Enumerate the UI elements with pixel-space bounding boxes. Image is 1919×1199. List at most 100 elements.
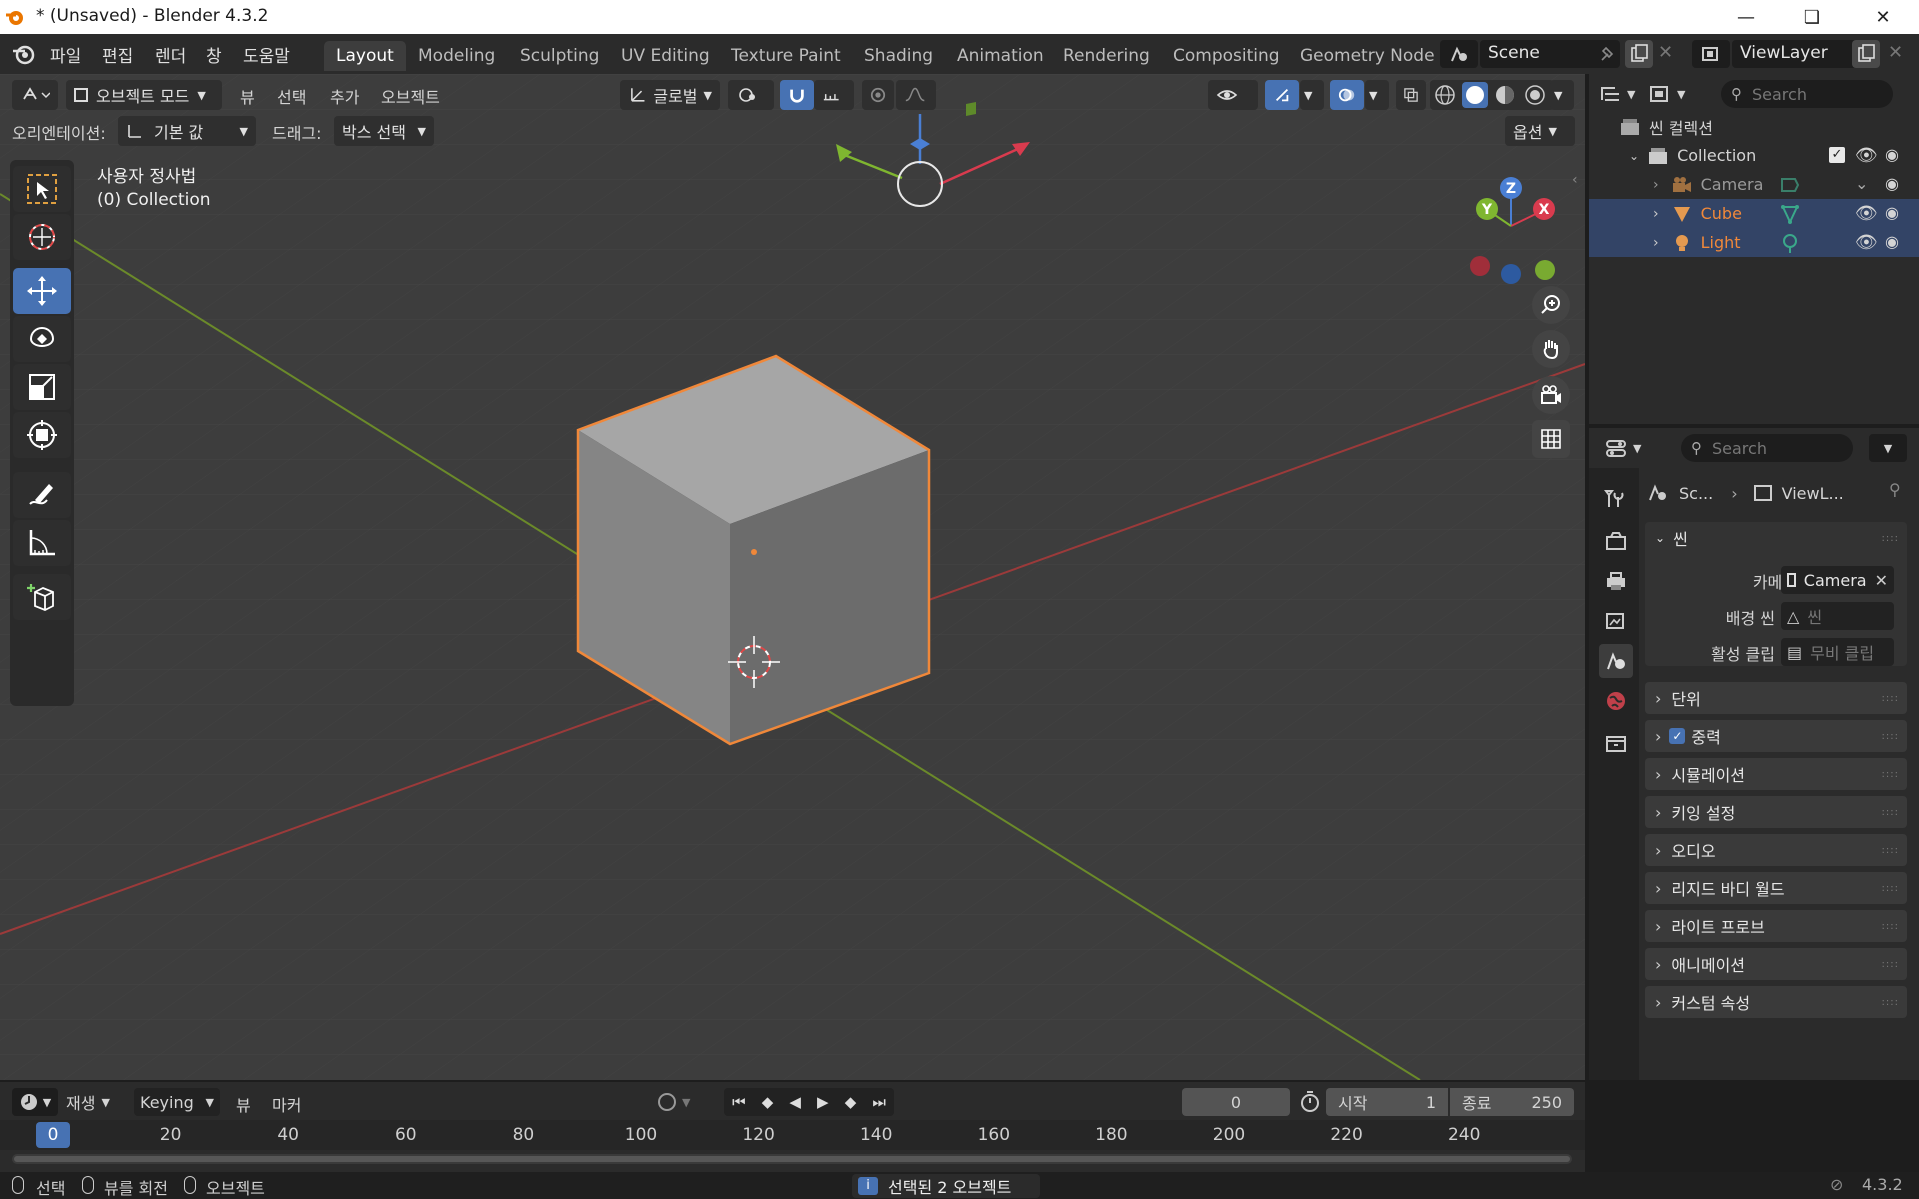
collapsed-chevron-icon[interactable]: › — [1653, 177, 1659, 193]
timeline-scrollbar[interactable] — [12, 1154, 1572, 1164]
drag-handle-icon[interactable]: :::: — [1882, 731, 1899, 742]
menu-edit[interactable]: 편집 — [102, 42, 133, 67]
options-dropdown[interactable]: 옵션 ▼ — [1505, 116, 1575, 146]
delete-scene-icon[interactable]: ✕ — [1658, 42, 1673, 63]
menu-help[interactable]: 도움말 — [243, 42, 290, 67]
tab-compositing[interactable]: Compositing — [1161, 41, 1292, 71]
viewport-menu-add[interactable]: 추가 — [330, 84, 359, 108]
default-orientation-dropdown[interactable]: 기본 값 ▼ — [118, 116, 256, 146]
viewlayer-selector-icon[interactable] — [1692, 40, 1730, 68]
expanded-chevron-icon[interactable]: ⌄ — [1629, 149, 1639, 163]
camera-data-icon[interactable] — [1779, 174, 1801, 196]
close-window-button[interactable]: ✕ — [1847, 0, 1919, 34]
sidebar-toggle-icon[interactable]: ‹ — [1572, 172, 1578, 188]
gravity-checkbox[interactable]: ✓ — [1669, 728, 1686, 744]
render-camera-icon[interactable]: ◉ — [1885, 174, 1899, 193]
outliner-row-light[interactable]: › Light 👁 ◉ — [1589, 228, 1919, 257]
shading-dropdown[interactable]: ▼ — [1550, 80, 1574, 110]
tab-texture-paint[interactable]: Texture Paint — [719, 41, 853, 71]
current-frame-field[interactable]: 0 — [1182, 1088, 1290, 1116]
add-cube-tool[interactable] — [13, 574, 71, 620]
properties-search-field[interactable]: ⚲ Search — [1681, 434, 1853, 462]
new-viewlayer-button[interactable] — [1852, 40, 1880, 68]
play-icon[interactable]: ▶ — [817, 1093, 829, 1111]
material-shading-icon[interactable] — [1492, 82, 1518, 108]
visibility-eye-icon[interactable]: 👁 — [1855, 232, 1878, 253]
timeline-menu-view[interactable]: 뷰 — [236, 1092, 251, 1116]
blender-menu-icon[interactable] — [12, 43, 36, 65]
tab-uv-editing[interactable]: UV Editing — [609, 41, 722, 71]
scene-panel-header[interactable]: ⌄ 씬 :::: — [1645, 522, 1907, 554]
tab-animation[interactable]: Animation — [945, 41, 1056, 71]
solid-shading-icon[interactable] — [1462, 82, 1488, 108]
viewport-menu-object[interactable]: 오브젝트 — [381, 84, 440, 108]
annotate-tool[interactable] — [13, 472, 71, 518]
drag-handle-icon[interactable]: :::: — [1882, 769, 1899, 780]
tab-layout[interactable]: Layout — [324, 41, 406, 71]
snap-target-dropdown[interactable] — [814, 80, 854, 110]
end-frame-field[interactable]: 종료 250 — [1450, 1088, 1574, 1116]
snap-toggle[interactable] — [780, 80, 814, 110]
jump-end-icon[interactable]: ⏭ — [872, 1093, 886, 1111]
clear-field-icon[interactable]: ✕ — [1875, 571, 1888, 590]
timeline-editor-type-button[interactable]: ▼ — [12, 1088, 58, 1116]
measure-tool[interactable] — [13, 520, 71, 566]
background-scene-field[interactable]: △ 씬 — [1781, 602, 1894, 630]
keying-menu[interactable]: Keying ▼ — [134, 1088, 220, 1116]
auto-keying-toggle[interactable]: ▼ — [658, 1088, 710, 1116]
zoom-view-button[interactable] — [1532, 286, 1570, 324]
drag-select-dropdown[interactable]: 박스 선택 ▼ — [334, 116, 434, 146]
object-visibility-dropdown[interactable] — [1208, 80, 1258, 110]
pan-view-button[interactable] — [1532, 330, 1570, 368]
tab-sculpting[interactable]: Sculpting — [508, 41, 611, 71]
gizmo-dropdown[interactable]: ▼ — [1300, 80, 1324, 110]
menu-window[interactable]: 창 — [206, 42, 222, 67]
outliner-row-camera[interactable]: › Camera ⌄ ◉ — [1589, 170, 1919, 199]
viewport-menu-view[interactable]: 뷰 — [240, 84, 255, 108]
active-clip-field[interactable]: ▤ 무비 클립 — [1781, 638, 1894, 666]
minimize-button[interactable]: — — [1710, 0, 1782, 34]
tab-rendering[interactable]: Rendering — [1051, 41, 1162, 71]
properties-options-dropdown[interactable]: ▼ — [1869, 434, 1907, 462]
tab-scene[interactable] — [1599, 644, 1633, 678]
outliner-row-collection[interactable]: ⌄ Collection ✓ 👁 ◉ — [1589, 141, 1919, 170]
visibility-eye-icon[interactable]: 👁 — [1855, 203, 1878, 224]
status-report[interactable]: i 선택된 2 오브젝트 — [852, 1174, 1040, 1198]
menu-file[interactable]: 파일 — [50, 42, 81, 67]
tab-render[interactable] — [1599, 524, 1633, 558]
prev-keyframe-icon[interactable]: ◆ — [762, 1093, 774, 1111]
scene-collection-row[interactable]: 씬 컬렉션 — [1589, 112, 1919, 141]
rotate-tool[interactable] — [13, 316, 71, 362]
section-simulation[interactable]: › 시뮬레이션 :::: — [1645, 758, 1907, 790]
jump-start-icon[interactable]: ⏮ — [732, 1093, 746, 1111]
section-keying-sets[interactable]: › 키잉 설정 :::: — [1645, 796, 1907, 828]
outliner-row-cube[interactable]: › Cube 👁 ◉ — [1589, 199, 1919, 228]
overlays-toggle[interactable] — [1330, 80, 1364, 110]
proportional-falloff-dropdown[interactable] — [896, 80, 936, 110]
section-custom-properties[interactable]: › 커스텀 속성 :::: — [1645, 986, 1907, 1018]
render-camera-icon[interactable]: ◉ — [1885, 203, 1899, 222]
tab-output[interactable] — [1599, 564, 1633, 598]
next-keyframe-icon[interactable]: ◆ — [845, 1093, 857, 1111]
drag-handle-icon[interactable]: :::: — [1882, 959, 1899, 970]
camera-field[interactable]: Camera ✕ — [1781, 566, 1894, 594]
wireframe-shading-icon[interactable] — [1432, 82, 1458, 108]
delete-viewlayer-icon[interactable]: ✕ — [1888, 42, 1903, 63]
properties-editor-type-button[interactable]: ▼ — [1605, 434, 1649, 462]
drag-handle-icon[interactable]: :::: — [1882, 845, 1899, 856]
viewlayer-name-field[interactable]: ViewLayer — [1732, 40, 1862, 68]
drag-handle-icon[interactable]: :::: — [1882, 921, 1899, 932]
tab-shading[interactable]: Shading — [852, 41, 945, 71]
outliner-search-field[interactable]: ⚲ Search — [1721, 80, 1893, 108]
section-light-probes[interactable]: › 라이트 프로브 :::: — [1645, 910, 1907, 942]
section-rigid-body-world[interactable]: › 리지드 바디 월드 :::: — [1645, 872, 1907, 904]
scale-tool[interactable] — [13, 364, 71, 410]
section-gravity[interactable]: › ✓ 중력 :::: — [1645, 720, 1907, 752]
mode-dropdown[interactable]: 오브젝트 모드 ▼ — [66, 80, 222, 110]
timeline-menu-marker[interactable]: 마커 — [272, 1092, 301, 1116]
tab-tool[interactable] — [1599, 482, 1633, 516]
tab-view-layer[interactable] — [1599, 604, 1633, 638]
pin-icon[interactable]: ⚲ — [1889, 480, 1901, 499]
select-box-tool[interactable] — [13, 166, 71, 212]
camera-view-button[interactable] — [1532, 376, 1570, 414]
